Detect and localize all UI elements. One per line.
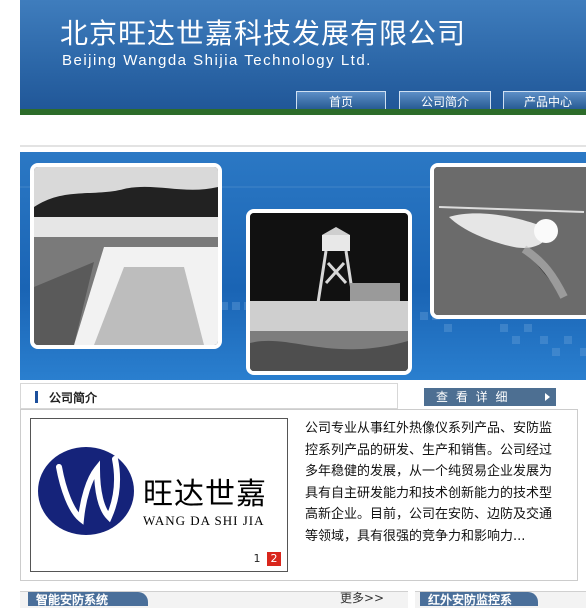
nav-home[interactable]: 首页 xyxy=(296,91,386,111)
company-name-cn: 北京旺达世嘉科技发展有限公司 xyxy=(60,17,467,50)
airport-thermal-photo xyxy=(30,163,222,349)
view-details-label: 查 看 详 细 xyxy=(436,390,510,404)
nav-products[interactable]: 产品中心 xyxy=(503,91,586,111)
nav-about[interactable]: 公司简介 xyxy=(399,91,491,111)
arrow-right-icon xyxy=(545,393,550,401)
section-marker xyxy=(35,391,38,403)
view-details-button[interactable]: 查 看 详 细 xyxy=(424,388,556,406)
security-systems-tab[interactable]: 智能安防系统 xyxy=(28,592,148,606)
about-section-header: 公司简介 xyxy=(20,383,398,409)
site-header: 北京旺达世嘉科技发展有限公司 Beijing Wangda Shijia Tec… xyxy=(20,0,586,115)
logo-text-en: WANG DA SHI JIA xyxy=(143,513,265,528)
thermal-banner xyxy=(20,152,586,380)
slide-page-1[interactable]: 1 xyxy=(250,552,264,566)
infrared-monitoring-tab[interactable]: 红外安防监控系 xyxy=(420,592,538,606)
more-link[interactable]: 更多>> xyxy=(340,589,384,606)
company-description: 公司专业从事红外热像仪系列产品、安防监控系列产品的研发、生产和销售。公司经过多年… xyxy=(305,421,553,544)
logo-slideshow: 旺达世嘉 WANG DA SHI JIA xyxy=(30,418,288,572)
logo-text-cn: 旺达世嘉 xyxy=(143,477,267,512)
about-section-title: 公司简介 xyxy=(49,391,98,405)
divider xyxy=(20,145,586,147)
company-name-en: Beijing Wangda Shijia Technology Ltd. xyxy=(62,52,372,69)
helicopter-thermal-photo xyxy=(430,163,586,319)
slide-page-2[interactable]: 2 xyxy=(267,552,281,566)
water-tower-thermal-photo xyxy=(246,209,412,375)
